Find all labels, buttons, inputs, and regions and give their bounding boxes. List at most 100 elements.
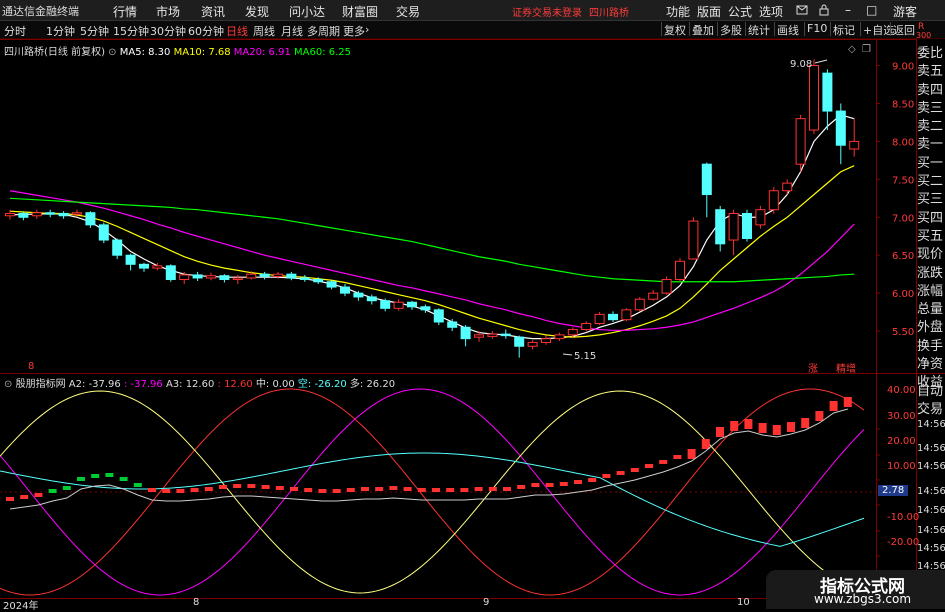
sub-axis (0, 428, 880, 582)
period-tab-monthly[interactable]: 月线 (281, 23, 303, 39)
date-label-10: 10 (737, 597, 750, 608)
menu-market[interactable]: 行情 (113, 3, 137, 20)
low-price-label: 5.15 (574, 351, 597, 362)
sub-axis-tick: 40.00 (887, 385, 916, 396)
menu-ask[interactable]: 问小达 (289, 3, 325, 20)
indicator-bar (446, 488, 455, 492)
period-tab-30min[interactable]: 30分钟 (150, 23, 186, 39)
back-button[interactable]: 返回 (890, 22, 917, 37)
candle-up (755, 209, 766, 226)
period-tab-daily[interactable]: 日线 (226, 23, 248, 39)
message-icon[interactable] (796, 4, 808, 16)
candle-down (460, 326, 471, 340)
login-notice[interactable]: 证券交易未登录 (512, 4, 582, 19)
candle-up (152, 265, 163, 269)
period-tab-5min[interactable]: 5分钟 (80, 23, 109, 39)
sidebar-item[interactable]: 卖二 (917, 118, 945, 136)
indicator-bar (673, 455, 682, 459)
candle-down (366, 296, 377, 302)
settings-icon[interactable]: ⊙ (108, 47, 116, 58)
sidebar-item[interactable]: 卖三 (917, 100, 945, 118)
f10-button[interactable]: F10 (804, 22, 829, 36)
time-label: 14:56 (917, 443, 945, 454)
indicator-bar (190, 488, 199, 492)
indicator-bar (204, 487, 213, 491)
diamond-icon[interactable]: ◇ (848, 44, 856, 55)
indicator-bar (843, 397, 852, 407)
menu-discover[interactable]: 发现 (245, 3, 269, 20)
menu-bar: 通达信金融终端 行情 市场 资讯 发现 问小达 财富圈 交易 证券交易未登录 四… (0, 0, 945, 21)
menu-formula[interactable]: 公式 (728, 3, 752, 20)
indicator-bar (375, 487, 384, 491)
trade-sidebar-item[interactable]: 交易 (917, 401, 945, 419)
candle-down (58, 212, 69, 217)
sidebar-item[interactable]: 卖一 (917, 136, 945, 154)
candle-up (273, 273, 283, 277)
sidebar-item[interactable]: 涨幅 (917, 283, 945, 301)
sub-axis-tick: 10.00 (887, 461, 916, 472)
indicator-bar (517, 485, 526, 489)
sidebar-item[interactable]: 买四 (917, 210, 945, 228)
period-tab-1min[interactable]: 1分钟 (46, 23, 75, 39)
more-chevron-icon[interactable]: › (365, 23, 369, 36)
duo-value: 多: 26.20 (349, 379, 396, 390)
kong-value: 空: -26.20 (297, 379, 347, 390)
menu-exchange[interactable]: 市场 (156, 3, 180, 20)
stats-button[interactable]: 统计 (745, 22, 772, 37)
candle-up (232, 277, 243, 280)
period-tab-weekly[interactable]: 周线 (253, 23, 275, 39)
menu-function[interactable]: 功能 (666, 3, 690, 20)
sidebar-item[interactable]: 总量 (917, 301, 945, 319)
period-tab-multi[interactable]: 多周期 (307, 23, 340, 39)
sub-settings-icon[interactable]: ⊙ (4, 379, 12, 390)
sidebar-item[interactable]: 买一 (917, 155, 945, 173)
sidebar-item[interactable]: 现价 (917, 246, 945, 264)
sidebar-item[interactable]: 卖四 (917, 82, 945, 100)
mark-button[interactable]: 标记 (830, 22, 857, 37)
stock-name-link[interactable]: 四川路桥 (589, 4, 629, 19)
mid-value: 中: 0.00 (255, 379, 295, 390)
ma10-value: MA10: 7.68 (173, 47, 231, 58)
indicator-bar (758, 423, 767, 433)
period-tab-more[interactable]: 更多 (343, 23, 365, 39)
indicator-bar (503, 487, 511, 491)
menu-news[interactable]: 资讯 (201, 3, 225, 20)
sidebar-item[interactable]: 净资 (917, 356, 945, 374)
candle-up (567, 329, 578, 336)
restore-icon[interactable]: ❐ (862, 44, 871, 55)
menu-wealth[interactable]: 财富圈 (342, 3, 378, 20)
user-guest[interactable]: 游客 (893, 3, 917, 20)
candle-down (701, 163, 712, 196)
indicator-bar (687, 449, 696, 459)
sidebar-item[interactable]: 买二 (917, 173, 945, 191)
period-tab-intraday[interactable]: 分时 (4, 23, 26, 39)
sidebar-item[interactable]: 涨跌 (917, 265, 945, 283)
menu-layout[interactable]: 版面 (697, 3, 721, 20)
sidebar-item[interactable]: 委比 (917, 45, 945, 63)
indicator-bar (318, 489, 327, 493)
period-toolbar: 分时 1分钟 5分钟 15分钟 30分钟 60分钟 日线 周线 月线 多周期 更… (0, 21, 945, 39)
overlay-button[interactable]: 叠加 (689, 22, 716, 37)
minimize-icon[interactable]: – (845, 3, 851, 17)
menu-options[interactable]: 选项 (759, 3, 783, 20)
sidebar-item[interactable]: 买五 (917, 228, 945, 246)
draw-line-button[interactable]: 画线 (774, 22, 801, 37)
adjust-button[interactable]: 复权 (661, 22, 688, 37)
trade-sidebar-item[interactable]: 自动 (917, 383, 945, 401)
period-tab-60min[interactable]: 60分钟 (188, 23, 224, 39)
menu-trade[interactable]: 交易 (396, 3, 420, 20)
sidebar-item[interactable]: 外盘 (917, 319, 945, 337)
sidebar-item[interactable]: 换手 (917, 338, 945, 356)
period-tab-15min[interactable]: 15分钟 (113, 23, 149, 39)
maximize-icon[interactable]: □ (866, 3, 877, 17)
price-tick-label: 8.50 (892, 99, 914, 110)
kline-chart[interactable]: 9.00 8.50 8.00 7.50 7.00 6.50 6.00 5.50 (0, 39, 945, 609)
price-tick-label: 9.00 (892, 62, 914, 73)
candle-up (648, 292, 659, 300)
ma5-value: MA5: 8.30 (119, 47, 171, 58)
lock-icon[interactable] (818, 4, 830, 16)
multi-stock-button[interactable]: 多股 (717, 22, 744, 37)
indicator-bar (148, 488, 156, 492)
sidebar-item[interactable]: 买三 (917, 191, 945, 209)
sidebar-item[interactable]: 卖五 (917, 63, 945, 81)
